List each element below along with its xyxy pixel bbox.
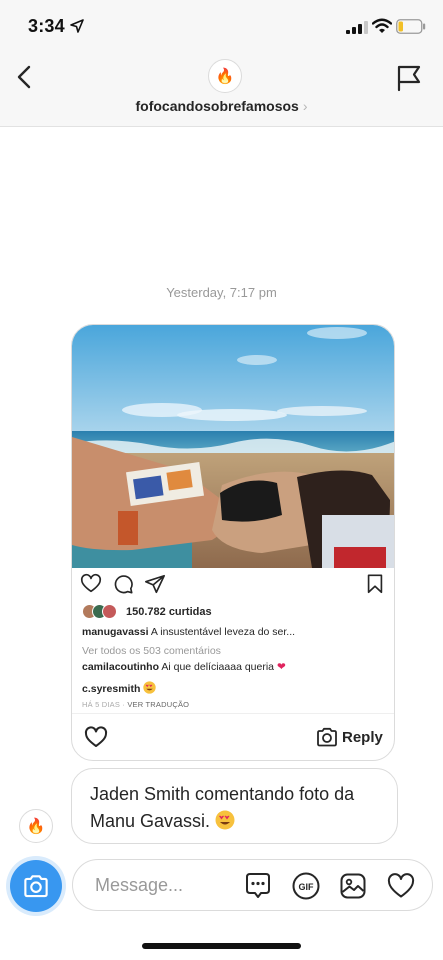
divider [72, 713, 394, 714]
post-photo[interactable] [72, 325, 395, 568]
shared-post-card[interactable]: 150.782 curtidas manugavassi A insustent… [71, 324, 395, 761]
avatar [102, 604, 117, 619]
gif-button[interactable]: GIF [291, 871, 321, 901]
likes-row[interactable]: 150.782 curtidas [82, 604, 212, 620]
status-bar: 3:34 [0, 0, 443, 54]
svg-text:GIF: GIF [299, 882, 315, 892]
cellular-signal-icon [346, 21, 368, 34]
fire-emoji: 🔥 [26, 818, 46, 835]
post-caption: manugavassi A insustentável leveza do se… [82, 626, 295, 638]
save-button[interactable] [364, 573, 386, 595]
comment-button[interactable] [112, 573, 134, 595]
direct-message-screen: 3:34 🔥 fofocandosobrefamosos › Yesterday… [0, 0, 443, 960]
posted-ago: HÁ 5 DIAS [82, 700, 121, 709]
red-heart-emoji: ❤ [276, 661, 286, 673]
thread-avatar[interactable]: 🔥 [208, 59, 242, 93]
camera-button[interactable] [10, 860, 62, 912]
back-button[interactable] [12, 62, 38, 92]
like-button[interactable] [80, 573, 102, 595]
location-arrow-icon [70, 19, 84, 33]
flag-button[interactable] [396, 64, 422, 92]
message-bubble[interactable]: Jaden Smith comentando foto da Manu Gava… [71, 768, 398, 844]
caption-text: A insustentável leveza do ser... [150, 626, 296, 638]
fire-emoji: 🔥 [215, 68, 235, 85]
share-button[interactable] [144, 573, 166, 595]
view-all-comments-link[interactable]: Ver todos os 503 comentários [82, 645, 221, 657]
comment-username[interactable]: c.syresmith [82, 683, 140, 695]
reply-label: Reply [342, 728, 383, 746]
see-translation-link[interactable]: VER TRADUÇÃO [127, 700, 189, 709]
heart-eyes-emoji-icon [215, 810, 235, 830]
caption-username[interactable]: manugavassi [82, 626, 149, 638]
message-timestamp: Yesterday, 7:17 pm [166, 285, 277, 300]
thread-username[interactable]: fofocandosobrefamosos › [0, 98, 443, 114]
camera-icon [24, 875, 48, 898]
status-time: 3:34 [28, 16, 65, 36]
like-message-button[interactable] [84, 726, 108, 748]
message-composer: GIF [72, 859, 433, 911]
reply-button[interactable]: Reply [316, 725, 383, 749]
comment-username[interactable]: camilacoutinho [82, 661, 159, 673]
comment-item: camilacoutinho Ai que delíciaaaa queria … [82, 661, 286, 673]
gallery-button[interactable] [338, 871, 368, 901]
battery-icon [396, 19, 426, 34]
likes-count: 150.782 curtidas [126, 606, 212, 618]
username-label: fofocandosobrefamosos [135, 98, 299, 114]
liker-avatars [82, 604, 122, 620]
heart-eyes-emoji-icon [143, 681, 156, 694]
chevron-right-icon: › [302, 98, 308, 114]
comment-item: c.syresmith [82, 681, 156, 695]
home-indicator[interactable] [142, 943, 301, 949]
heart-button[interactable] [386, 871, 416, 901]
comment-text: Ai que delíciaaaa queria [161, 661, 275, 673]
wifi-icon [372, 18, 392, 33]
post-action-bar [72, 573, 394, 597]
message-input[interactable] [95, 872, 235, 898]
conversation-header: 🔥 fofocandosobrefamosos › [0, 54, 443, 127]
camera-icon [317, 727, 337, 747]
chat-more-button[interactable] [243, 871, 273, 901]
post-meta: HÁ 5 DIAS · VER TRADUÇÃO [82, 700, 189, 709]
sender-avatar[interactable]: 🔥 [19, 809, 53, 843]
